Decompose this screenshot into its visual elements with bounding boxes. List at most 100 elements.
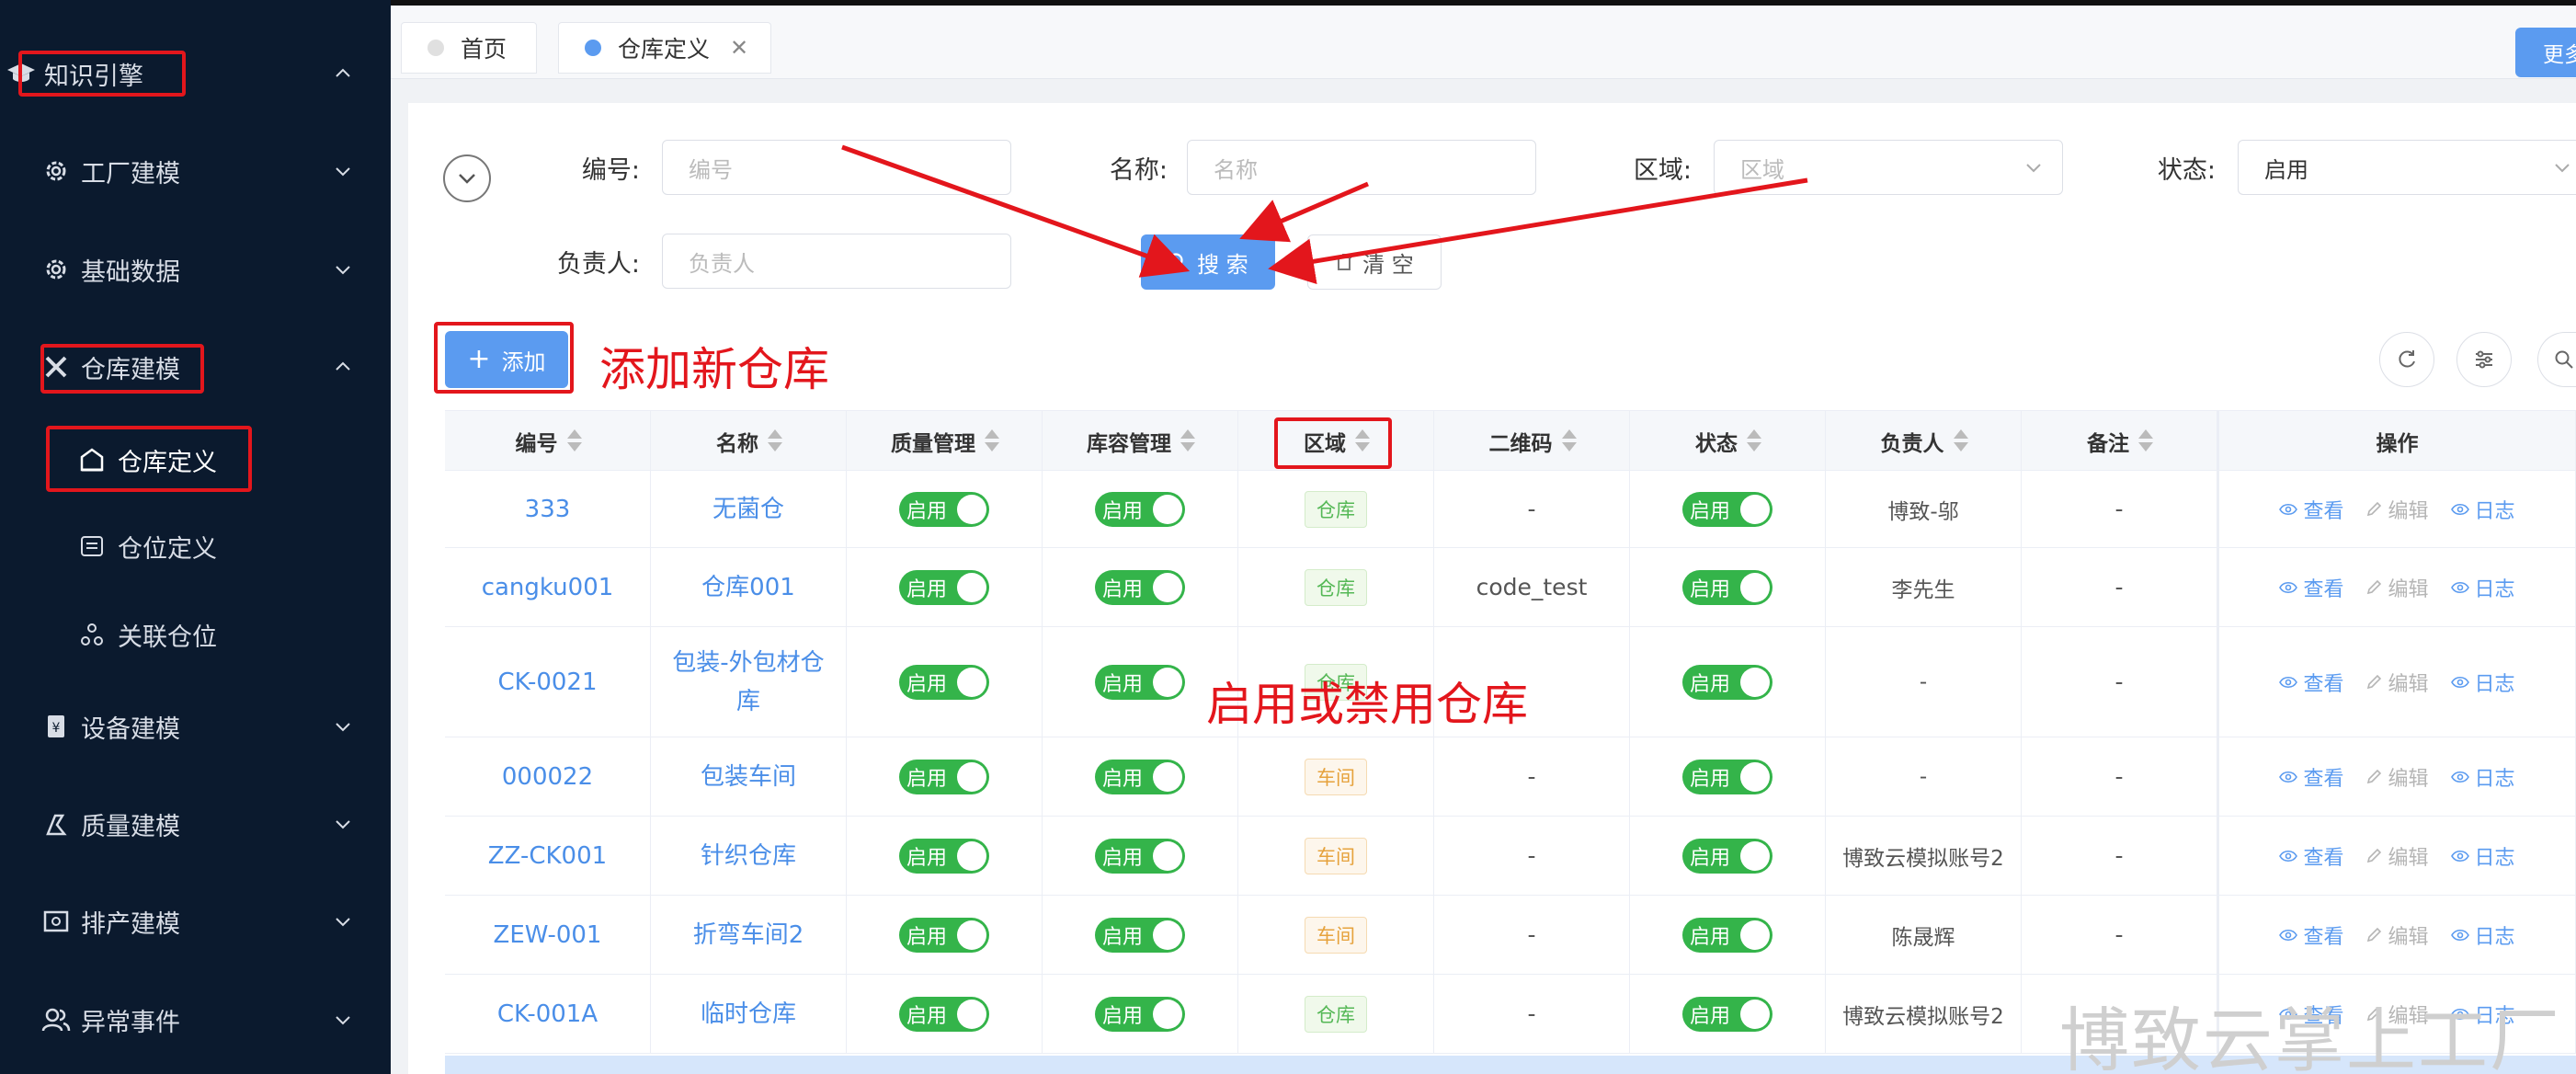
cell-name[interactable]: 仓库001 <box>651 548 847 626</box>
cell-code[interactable]: cangku001 <box>445 548 651 626</box>
sort-icon[interactable] <box>1180 429 1195 453</box>
view-button[interactable]: 查看 <box>2279 920 2343 950</box>
view-button[interactable]: 查看 <box>2279 573 2343 602</box>
sidebar-item-scheduling-modeling[interactable]: 排产建模 <box>0 885 391 958</box>
toggle-switch[interactable]: 启用 <box>1095 491 1185 527</box>
toggle-switch[interactable]: 启用 <box>1682 838 1772 874</box>
cell-code[interactable]: ZZ-CK001 <box>445 817 651 895</box>
view-button[interactable]: 查看 <box>2279 495 2343 524</box>
column-header-name[interactable]: 名称 <box>651 411 847 472</box>
toggle-switch[interactable]: 启用 <box>899 838 989 874</box>
chevron-down-icon <box>336 266 350 275</box>
log-button[interactable]: 日志 <box>2450 668 2515 697</box>
column-header-status[interactable]: 状态 <box>1630 411 1826 472</box>
filter-area-select[interactable]: 区域 <box>1714 140 2063 195</box>
filter-owner-input[interactable]: 负责人 <box>662 234 1011 289</box>
cell-code[interactable]: 000022 <box>445 737 651 816</box>
cell-area: 车间 <box>1238 817 1434 895</box>
clear-button[interactable]: 清 空 <box>1307 234 1442 290</box>
toggle-switch[interactable]: 启用 <box>1682 569 1772 605</box>
sort-icon[interactable] <box>566 429 582 453</box>
edit-button[interactable]: 编辑 <box>2365 841 2429 871</box>
tab-home[interactable]: 首页 <box>401 22 537 74</box>
more-button[interactable]: 更多 <box>2515 28 2576 77</box>
column-settings-button[interactable] <box>2456 332 2512 387</box>
edit-button[interactable]: 编辑 <box>2365 668 2429 697</box>
cell-remark: - <box>2022 896 2217 974</box>
toggle-switch[interactable]: 启用 <box>1682 491 1772 527</box>
toggle-switch[interactable]: 启用 <box>1095 759 1185 794</box>
sidebar-item-factory-modeling[interactable]: 工厂建模 <box>0 134 391 208</box>
log-button[interactable]: 日志 <box>2450 762 2515 792</box>
filter-name-input[interactable]: 名称 <box>1187 140 1536 195</box>
pencil-icon <box>2365 674 2382 691</box>
action-label: 日志 <box>2474 846 2515 870</box>
toggle-switch[interactable]: 启用 <box>899 917 989 953</box>
toggle-switch[interactable]: 启用 <box>899 491 989 527</box>
log-button[interactable]: 日志 <box>2450 920 2515 950</box>
toggle-switch[interactable]: 启用 <box>1095 569 1185 605</box>
cell-name[interactable]: 临时仓库 <box>651 975 847 1053</box>
edit-button[interactable]: 编辑 <box>2365 573 2429 602</box>
refresh-button[interactable] <box>2379 332 2434 387</box>
log-button[interactable]: 日志 <box>2450 495 2515 524</box>
search-button[interactable]: 搜 索 <box>1141 234 1275 290</box>
edit-button[interactable]: 编辑 <box>2365 920 2429 950</box>
column-header-remark[interactable]: 备注 <box>2022 411 2217 472</box>
toggle-switch[interactable]: 启用 <box>1682 759 1772 794</box>
cell-code[interactable]: CK-001A <box>445 975 651 1053</box>
edit-button[interactable]: 编辑 <box>2365 495 2429 524</box>
row-actions: 查看 编辑 日志 <box>2279 495 2515 524</box>
cell-code[interactable]: 333 <box>445 471 651 547</box>
refresh-icon <box>2399 350 2415 368</box>
column-header-code[interactable]: 编号 <box>445 411 651 472</box>
toggle-switch[interactable]: 启用 <box>899 759 989 794</box>
sidebar-subitem-linked-slots[interactable]: 关联仓位 <box>0 598 391 671</box>
cell-name[interactable]: 包装车间 <box>651 737 847 816</box>
column-header-owner[interactable]: 负责人 <box>1826 411 2022 472</box>
sort-icon[interactable] <box>1747 429 1761 453</box>
toggle-switch[interactable]: 启用 <box>899 996 989 1032</box>
toggle-switch[interactable]: 启用 <box>1095 664 1185 700</box>
column-header-quality[interactable]: 质量管理 <box>847 411 1043 472</box>
cell-name[interactable]: 包装-外包材仓库 <box>651 627 847 737</box>
sidebar-item-base-data[interactable]: 基础数据 <box>0 233 391 306</box>
close-icon[interactable]: ✕ <box>730 35 748 61</box>
view-button[interactable]: 查看 <box>2279 762 2343 792</box>
toggle-switch[interactable]: 启用 <box>1095 917 1185 953</box>
column-header-capacity[interactable]: 库容管理 <box>1043 411 1238 472</box>
view-button[interactable]: 查看 <box>2279 668 2343 697</box>
toggle-switch[interactable]: 启用 <box>899 569 989 605</box>
column-header-qrcode[interactable]: 二维码 <box>1434 411 1630 472</box>
sort-icon[interactable] <box>985 429 999 453</box>
toggle-switch[interactable]: 启用 <box>1095 996 1185 1032</box>
sort-icon[interactable] <box>2138 429 2153 453</box>
cell-name[interactable]: 针织仓库 <box>651 817 847 895</box>
filter-code-input[interactable]: 编号 <box>662 140 1011 195</box>
sort-icon[interactable] <box>768 429 782 453</box>
toggle-switch[interactable]: 启用 <box>1682 664 1772 700</box>
log-button[interactable]: 日志 <box>2450 573 2515 602</box>
quality-icon <box>40 808 72 840</box>
cell-name[interactable]: 无菌仓 <box>651 471 847 547</box>
sidebar-item-equipment-modeling[interactable]: ¥ 设备建模 <box>0 690 391 763</box>
collapse-toggle[interactable] <box>443 154 491 202</box>
view-button[interactable]: 查看 <box>2279 841 2343 871</box>
toggle-switch[interactable]: 启用 <box>899 664 989 700</box>
cell-code[interactable]: ZEW-001 <box>445 896 651 974</box>
log-button[interactable]: 日志 <box>2450 841 2515 871</box>
cell-code[interactable]: CK-0021 <box>445 627 651 737</box>
filter-status-select[interactable]: 启用 <box>2238 140 2576 195</box>
cell-name[interactable]: 折弯车间2 <box>651 896 847 974</box>
sort-icon[interactable] <box>1953 429 1968 453</box>
action-label: 查看 <box>2303 672 2344 696</box>
toggle-switch[interactable]: 启用 <box>1682 917 1772 953</box>
sidebar-item-exception-events[interactable]: 异常事件 <box>0 983 391 1057</box>
sort-icon[interactable] <box>1561 429 1577 453</box>
sidebar-subitem-slot-definition[interactable]: 仓位定义 <box>0 509 391 583</box>
edit-button[interactable]: 编辑 <box>2365 762 2429 792</box>
sidebar-item-quality-modeling[interactable]: 质量建模 <box>0 787 391 861</box>
tab-warehouse-definition[interactable]: 仓库定义 ✕ <box>558 22 771 74</box>
toggle-switch[interactable]: 启用 <box>1095 838 1185 874</box>
toggle-switch[interactable]: 启用 <box>1682 996 1772 1032</box>
